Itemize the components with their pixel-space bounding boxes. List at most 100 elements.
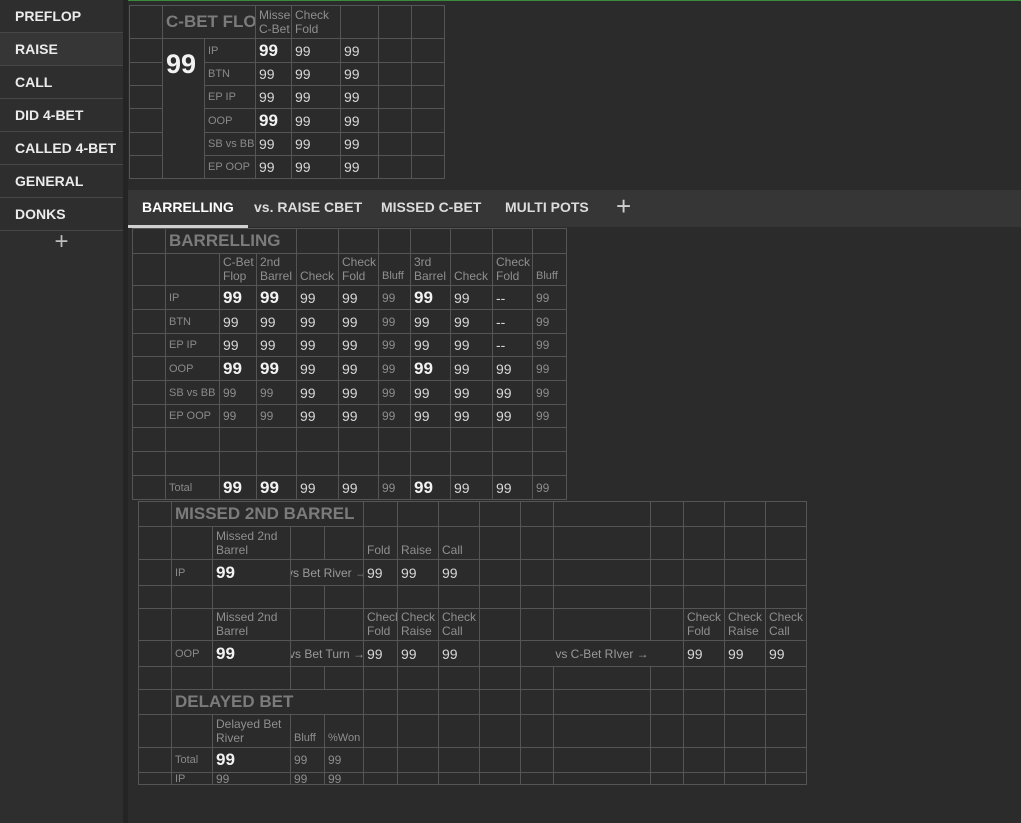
blank-cell	[166, 452, 220, 476]
blank-cell	[725, 667, 766, 690]
blank-cell	[133, 310, 166, 334]
blank-cell	[379, 133, 412, 156]
stat-value: 99	[533, 405, 567, 428]
blank-cell	[379, 156, 412, 179]
stat-value: 99	[411, 310, 451, 334]
stat-value: --	[493, 286, 533, 310]
sidebar-item-did-4-bet[interactable]: DID 4-BET	[0, 99, 123, 132]
stat-value: 99	[213, 773, 291, 785]
stat-value: 99	[451, 334, 493, 357]
tab-bar: BARRELLING vs. RAISE CBET MISSED C-BET MULT…	[128, 190, 1021, 228]
row-label: SB vs BB	[205, 133, 256, 156]
blank-cell	[133, 428, 166, 452]
blank-cell	[379, 39, 412, 63]
blank-cell	[398, 586, 439, 609]
stat-value: 99	[411, 381, 451, 405]
blank-cell	[493, 428, 533, 452]
blank-cell	[172, 715, 213, 748]
stat-value: 99	[339, 357, 379, 381]
stat-value: 99	[297, 334, 339, 357]
blank-cell	[139, 748, 172, 773]
blank-cell	[133, 334, 166, 357]
blank-cell	[379, 452, 411, 476]
blank-cell	[133, 286, 166, 310]
blank-cell	[364, 773, 398, 785]
tab-barrelling[interactable]: BARRELLING	[128, 190, 248, 228]
blank-cell	[493, 452, 533, 476]
stat-value: 99	[292, 39, 341, 63]
stat-value: 99	[213, 748, 291, 773]
row-label: BTN	[166, 310, 220, 334]
stat-value: 99	[339, 310, 379, 334]
stat-value: 99	[220, 334, 257, 357]
row-label: EP OOP	[166, 405, 220, 428]
stat-value: 99	[379, 310, 411, 334]
stat-value: 99	[725, 641, 766, 667]
blank-cell	[133, 476, 166, 500]
stat-value: 99	[257, 357, 297, 381]
blank-cell	[339, 452, 379, 476]
blank-cell	[398, 773, 439, 785]
stat-value: 99	[411, 357, 451, 381]
column-header: Bluff	[379, 254, 411, 286]
blank-cell	[684, 690, 725, 715]
stat-value: 99	[256, 86, 292, 109]
blank-cell	[480, 690, 521, 715]
stat-value: 99	[439, 560, 480, 586]
stat-value: 99	[220, 476, 257, 500]
stat-value: 99	[297, 357, 339, 381]
stat-value: 99	[292, 156, 341, 179]
blank-cell	[398, 715, 439, 748]
sidebar-item-general[interactable]: GENERAL	[0, 165, 123, 198]
blank-cell	[533, 428, 567, 452]
column-header: Check Fold	[493, 254, 533, 286]
stat-value: 99	[364, 641, 398, 667]
sidebar-item-preflop[interactable]: PREFLOP	[0, 0, 123, 33]
row-label: OOP	[166, 357, 220, 381]
stat-value: 99	[379, 286, 411, 310]
stat-value: 99	[213, 560, 291, 586]
stat-value: 99	[533, 357, 567, 381]
column-header: 2nd Barrel	[257, 254, 297, 286]
stat-value: 99	[339, 286, 379, 310]
blank-cell	[725, 748, 766, 773]
tab-missed-c-bet[interactable]: MISSED C-BET	[381, 190, 481, 225]
column-header: Call	[439, 527, 480, 560]
stat-value: 99	[256, 156, 292, 179]
blank-cell	[166, 428, 220, 452]
blank-cell	[480, 527, 521, 560]
stat-value: 99	[411, 286, 451, 310]
column-header: C-Bet Flop	[220, 254, 257, 286]
row-label: IP	[172, 773, 213, 785]
blank-cell	[325, 527, 364, 560]
stat-value: 99	[257, 334, 297, 357]
sidebar-item-called-4-bet[interactable]: CALLED 4-BET	[0, 132, 123, 165]
blank-cell	[379, 109, 412, 133]
tab-vs-raise-cbet[interactable]: vs. RAISE CBET	[254, 190, 362, 225]
sidebar-item-donks[interactable]: DONKS	[0, 198, 123, 231]
add-icon[interactable]: +	[0, 230, 123, 254]
blank-cell	[480, 609, 521, 641]
sidebar-item-raise[interactable]: RAISE	[0, 33, 127, 66]
tab-multi-pots[interactable]: MULTI POTS	[505, 190, 589, 225]
blank-cell	[651, 715, 684, 748]
sidebar-item-call[interactable]: CALL	[0, 66, 123, 99]
blank-cell	[341, 6, 379, 39]
blank-cell	[339, 229, 379, 254]
stat-value: 99	[292, 109, 341, 133]
stat-value: 99	[411, 405, 451, 428]
blank-cell	[220, 452, 257, 476]
stat-value: 99	[339, 476, 379, 500]
add-tab-icon[interactable]: +	[616, 190, 631, 225]
blank-cell	[480, 715, 521, 748]
blank-cell	[133, 254, 166, 286]
stat-value: 99	[533, 310, 567, 334]
stat-value: 99	[411, 476, 451, 500]
blank-cell	[684, 560, 725, 586]
blank-cell	[130, 156, 163, 179]
blank-cell	[130, 133, 163, 156]
blank-cell	[412, 156, 445, 179]
blank-cell	[172, 609, 213, 641]
blank-cell	[725, 502, 766, 527]
row-label: EP IP	[166, 334, 220, 357]
